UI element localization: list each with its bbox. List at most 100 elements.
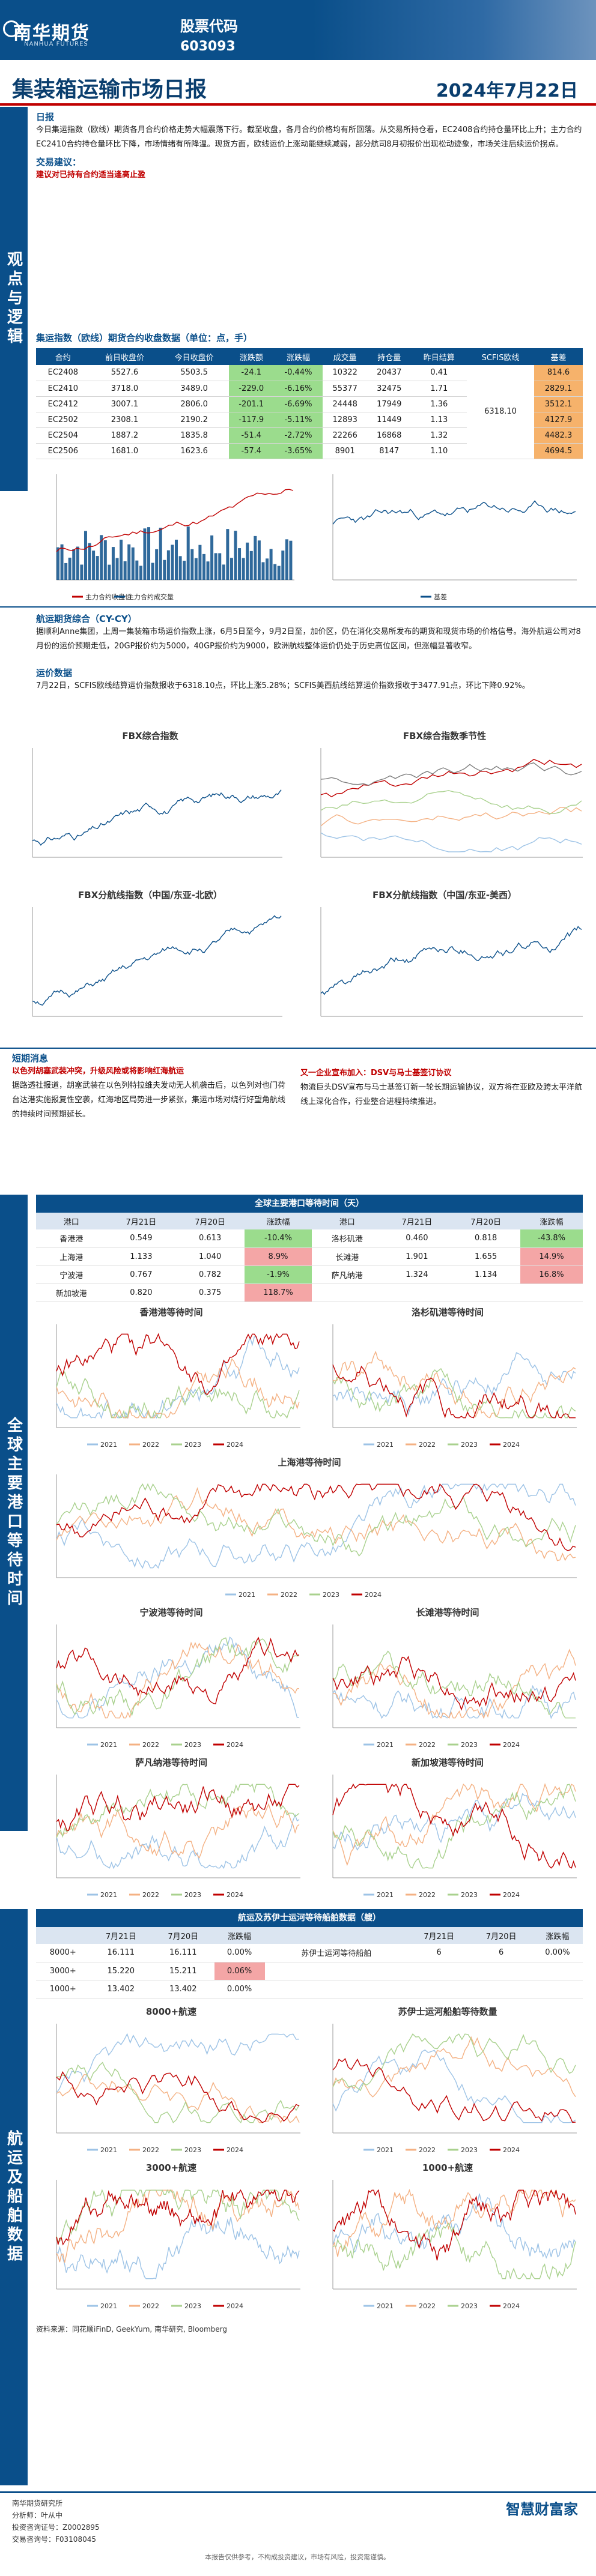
table-cell: 14.9% <box>520 1247 583 1266</box>
table-cell: -43.8% <box>520 1229 583 1248</box>
table-header-cell: 港口 <box>36 1213 107 1229</box>
news-left: 短期消息 以色列胡塞武装冲突，升级风险或将影响红海航运 据路透社报道，胡塞武装在… <box>12 1052 288 1122</box>
table-cell: 2806.0 <box>159 396 229 412</box>
table-cell: 1.134 <box>451 1265 521 1284</box>
s1000-title: 1000+航速 <box>422 2162 473 2173</box>
main-contract-chart-svg: 主力合约收盘价主力合约成交量 <box>56 474 294 601</box>
table-cell: 1.10 <box>411 443 467 459</box>
table-cell: 1623.6 <box>159 443 229 459</box>
series-2022 <box>332 2036 576 2098</box>
volume-bar <box>88 543 91 580</box>
table-cell: 11449 <box>366 412 412 428</box>
volume-bar <box>214 553 217 580</box>
table-cell: 萨凡纳港 <box>312 1265 383 1284</box>
legend-label: 2021 <box>377 1441 394 1448</box>
volume-bar <box>261 562 265 580</box>
s8000-chart: 8000+航速 2021 2022 2023 2024 <box>36 2005 306 2155</box>
legend-label: 2021 <box>100 2302 117 2309</box>
volume-bar <box>120 539 123 580</box>
news-item2-text: 物流巨头DSV宣布与马士基签订新一轮长期运输协议，双方将在亚欧及跨太平洋航线上深… <box>300 1083 583 1106</box>
legend-label: 2023 <box>184 2146 201 2153</box>
legend-label: 2022 <box>142 2302 159 2309</box>
volume-bar <box>60 544 64 580</box>
table-cell: 0.375 <box>175 1283 245 1302</box>
table-cell: 55377 <box>323 381 367 397</box>
legend-label: 2023 <box>461 2302 478 2309</box>
table-cell: 1.040 <box>175 1247 245 1266</box>
footer-left: 南华期货研究所 分析师：叶从中 投资咨询证号：Z0002895 交易咨询号：F0… <box>12 2497 252 2545</box>
table-cell: 32475 <box>366 381 412 397</box>
fbx-cn-eu-chart: FBX分航线指数（中国/东亚-北欧） <box>12 888 288 1039</box>
table-cell: 0.460 <box>382 1229 452 1248</box>
table-cell: -57.4 <box>228 443 274 459</box>
table-cell: 0.782 <box>175 1265 245 1284</box>
s1000-svg: 2021 2022 2023 2024 <box>332 2180 577 2310</box>
legend-label: 2022 <box>419 1891 436 1898</box>
series-2021 <box>56 1636 300 1719</box>
series-2023 <box>332 1650 576 1719</box>
legend-label: 2023 <box>184 1741 201 1748</box>
legend-label: 2023 <box>461 2146 478 2153</box>
legend-label: 2021 <box>239 1591 255 1598</box>
sh-chart-title: 上海港等待时间 <box>278 1457 341 1468</box>
table-cell: 8.9% <box>245 1247 312 1266</box>
footer-disclaimer: 本报告仅供参考，不构成投资建议，市场有风险，投资需谨慎。 <box>205 2553 390 2561</box>
table-cell: 3000+ <box>36 1962 90 1980</box>
table-cell: 4127.9 <box>534 412 583 428</box>
table-cell: 2190.2 <box>159 412 229 428</box>
table-header-cell: 港口 <box>312 1213 383 1229</box>
season-line <box>320 832 582 852</box>
table-cell: 0.613 <box>175 1229 245 1248</box>
data-source: 资料来源：同花顺iFinD, GeekYum, 南华研究, Bloomberg <box>36 2325 227 2333</box>
volume-bar <box>135 560 139 580</box>
legend-label: 2024 <box>227 1741 243 1748</box>
volume-bar <box>254 535 257 580</box>
lb-chart: 长滩港等待时间 2021 2022 2023 2024 <box>312 1606 583 1750</box>
stock-code-label: 股票代码 <box>180 18 238 35</box>
series-2022 <box>332 1648 576 1719</box>
ship-table-header: 7月21日 7月20日 涨跌幅 7月21日 7月20日 涨跌幅 <box>36 1927 583 1944</box>
table-header-cell: 涨跌幅 <box>520 1213 583 1229</box>
fbx-cn-us-chart: FBX分航线指数（中国/东亚-美西） <box>300 888 589 1039</box>
ship-table-title: 航运及苏伊士运河等待船舶数据（艘） <box>36 1909 583 1927</box>
season-line <box>320 790 582 814</box>
table-cell: 1.901 <box>382 1247 452 1266</box>
table-cell: -10.4% <box>245 1229 312 1248</box>
season-line <box>320 762 582 786</box>
series-2024 <box>332 1783 576 1869</box>
legend-label: 2022 <box>142 2146 159 2153</box>
table-cell: 0.00% <box>214 1980 265 1998</box>
table-row: 3000+ 15.220 15.211 0.06% <box>36 1962 583 1980</box>
table-cell: 2829.1 <box>534 381 583 397</box>
table-cell: -117.9 <box>228 412 274 428</box>
legend-label: 2021 <box>100 1741 117 1748</box>
table-cell: EC2408 <box>36 365 90 381</box>
volume-bar <box>56 547 59 580</box>
volume-bar <box>96 556 99 580</box>
basis-chart-svg: 基差 <box>332 474 577 601</box>
legend-label: 2024 <box>503 1441 520 1448</box>
table-cell: 22266 <box>323 427 367 444</box>
legend-label: 2021 <box>377 1741 394 1748</box>
table-row: 宁波港 0.767 0.782 -1.9% 萨凡纳港 1.324 1.134 16.8% <box>36 1265 583 1284</box>
s3000-svg: 2021 2022 2023 2024 <box>56 2180 300 2310</box>
table-header-cell: 7月20日 <box>451 1213 521 1229</box>
table-cell: EC2506 <box>36 443 90 459</box>
table-cell: 8000+ <box>36 1944 90 1962</box>
news-item1-text: 据路透社报道，胡塞武装在以色列特拉维夫发动无人机袭击后，以色列对也门荷台达港实施… <box>12 1081 286 1119</box>
basis-line <box>332 500 576 525</box>
table-cell: -2.72% <box>273 427 323 444</box>
table-cell: 香港港 <box>36 1229 107 1248</box>
legend-label: 2021 <box>377 2302 394 2309</box>
fbx-chart: FBX综合指数 <box>12 729 288 879</box>
port-table: 港口 7月21日 7月20日 涨跌幅 港口 7月21日 7月20日 涨跌幅 香港港 0.549 0… <box>36 1213 583 1302</box>
table-cell: 10322 <box>323 365 367 381</box>
series-2021 <box>56 1483 576 1569</box>
legend-label: 2024 <box>365 1591 382 1598</box>
series-2024 <box>56 1636 300 1705</box>
fbx-season-title: FBX综合指数季节性 <box>403 731 487 741</box>
legend-label: 2022 <box>419 1741 436 1748</box>
summary-heading: 日报 <box>36 112 55 122</box>
legend-label: 2023 <box>461 1891 478 1898</box>
table-cell <box>264 1980 408 1998</box>
